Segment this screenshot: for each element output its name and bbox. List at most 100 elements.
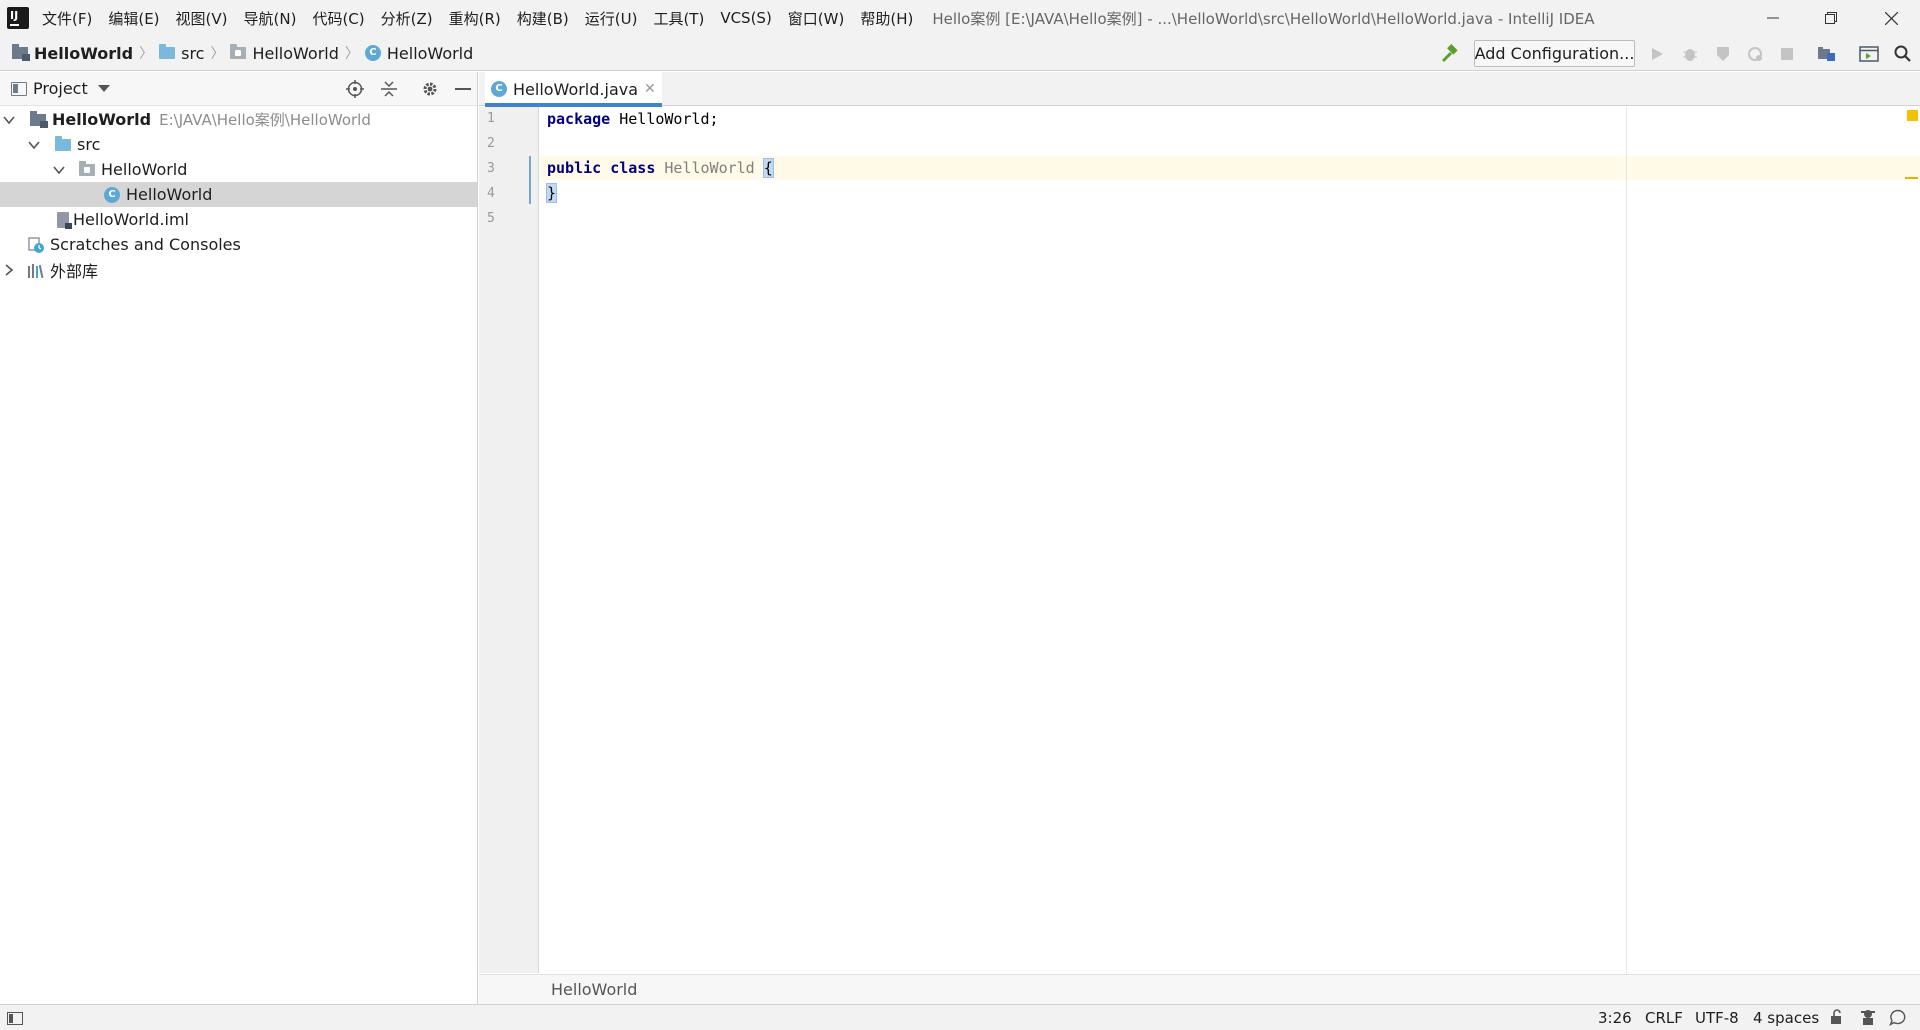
line-number: 1 xyxy=(487,111,495,126)
breadcrumb-class-label: HelloWorld xyxy=(386,43,474,63)
tree-label-class: HelloWorld xyxy=(126,185,213,204)
collapse-all-icon xyxy=(381,81,397,97)
locate-file-button[interactable] xyxy=(344,78,366,100)
line-separator[interactable]: CRLF xyxy=(1645,1009,1683,1027)
tool-window-icon xyxy=(7,1012,23,1025)
editor-tab-helloworld[interactable]: C HelloWorld.java ✕ xyxy=(485,72,662,107)
tree-label-src: src xyxy=(77,135,101,154)
hide-panel-button[interactable] xyxy=(452,78,474,100)
editor-gutter[interactable]: 1 2 3 4 5 xyxy=(479,107,539,973)
indent-setting[interactable]: 4 spaces xyxy=(1753,1009,1819,1027)
add-configuration-button[interactable]: Add Configuration... xyxy=(1474,40,1635,67)
module-file-icon xyxy=(57,211,72,229)
project-panel-header: Project xyxy=(0,72,477,106)
build-button[interactable] xyxy=(1438,43,1460,65)
close-tab-icon[interactable]: ✕ xyxy=(644,81,656,97)
menu-file[interactable]: 文件(F) xyxy=(42,8,92,29)
menu-view[interactable]: 视图(V) xyxy=(176,8,228,29)
breadcrumb-src[interactable]: src 〉 xyxy=(159,43,230,63)
line-number: 5 xyxy=(487,211,495,226)
breadcrumb-project-label: HelloWorld xyxy=(34,43,134,63)
navigation-bar: HelloWorld 〉 src 〉 HelloWorld 〉 C HelloW… xyxy=(0,36,1920,71)
file-encoding[interactable]: UTF-8 xyxy=(1695,1009,1739,1027)
coverage-button[interactable] xyxy=(1712,43,1734,65)
tree-label-external-libraries: 外部库 xyxy=(50,261,99,281)
menu-run[interactable]: 运行(U) xyxy=(585,8,638,29)
file-lock-toggle[interactable] xyxy=(1830,1009,1844,1029)
chevron-down-icon[interactable] xyxy=(3,114,15,126)
tree-item-src[interactable]: src xyxy=(0,132,477,157)
inspection-status-icon[interactable] xyxy=(1907,110,1918,121)
caret-position[interactable]: 3:26 xyxy=(1598,1009,1632,1027)
unlock-icon xyxy=(1831,1009,1841,1024)
close-window-button[interactable] xyxy=(1862,0,1920,36)
breadcrumb-separator-icon: 〉 xyxy=(139,46,154,62)
hammer-icon xyxy=(1441,44,1458,63)
line-number: 3 xyxy=(487,161,495,176)
code-line-1: package HelloWorld; xyxy=(547,107,719,131)
code-text: HelloWorld; xyxy=(610,110,719,128)
breadcrumb-package[interactable]: HelloWorld 〉 xyxy=(230,43,364,63)
terminal-button[interactable] xyxy=(1858,43,1880,65)
notifications-button[interactable] xyxy=(1889,1009,1906,1030)
menu-refactor[interactable]: 重构(R) xyxy=(449,8,501,29)
code-class-name: HelloWorld xyxy=(664,159,755,177)
code-line-3: public class HelloWorld { xyxy=(547,156,774,180)
debug-button[interactable] xyxy=(1679,43,1701,65)
menu-navigate[interactable]: 导航(N) xyxy=(244,8,297,29)
profile-button[interactable] xyxy=(1744,43,1766,65)
editor-breadcrumb-item[interactable]: HelloWorld xyxy=(551,980,637,999)
chevron-down-icon[interactable] xyxy=(97,84,110,93)
code-brace-open: { xyxy=(762,158,774,178)
tree-item-external-libraries[interactable]: 外部库 xyxy=(0,257,477,282)
breadcrumb-class[interactable]: C HelloWorld xyxy=(364,43,474,63)
tree-item-scratches[interactable]: Scratches and Consoles xyxy=(0,232,477,257)
tree-item-project-root[interactable]: HelloWorld E:\JAVA\Hello案例\HelloWorld xyxy=(0,107,477,132)
tree-item-package[interactable]: HelloWorld xyxy=(0,157,477,182)
minimize-icon xyxy=(455,88,471,90)
project-view-icon xyxy=(11,81,27,96)
library-icon xyxy=(28,263,45,278)
stop-button[interactable] xyxy=(1776,43,1798,65)
menu-vcs[interactable]: VCS(S) xyxy=(720,9,771,27)
class-icon: C xyxy=(364,45,381,61)
package-icon xyxy=(230,44,247,59)
editor-tab-label: HelloWorld.java xyxy=(513,79,639,99)
source-folder-icon xyxy=(159,44,176,59)
minimize-icon xyxy=(1767,17,1779,19)
chevron-down-icon[interactable] xyxy=(53,164,65,176)
warning-stripe-marker[interactable] xyxy=(1905,177,1918,179)
project-structure-button[interactable] xyxy=(1816,43,1838,65)
menu-tools[interactable]: 工具(T) xyxy=(653,8,704,29)
menu-edit[interactable]: 编辑(E) xyxy=(108,8,159,29)
line-number: 4 xyxy=(487,186,495,201)
code-line-4: } xyxy=(545,181,558,205)
panel-settings-button[interactable] xyxy=(419,78,441,100)
crosshair-icon xyxy=(346,80,364,98)
editor-breadcrumb-bar: HelloWorld xyxy=(479,974,1920,1004)
minimize-button[interactable] xyxy=(1744,0,1802,36)
chevron-down-icon[interactable] xyxy=(28,139,40,151)
menu-code[interactable]: 代码(C) xyxy=(312,8,364,29)
code-editor[interactable]: package HelloWorld; public class HelloWo… xyxy=(540,107,1920,973)
project-structure-icon xyxy=(1818,47,1835,61)
menu-build[interactable]: 构建(B) xyxy=(517,8,569,29)
menu-window[interactable]: 窗口(W) xyxy=(788,8,845,29)
fold-region-marker[interactable] xyxy=(529,156,531,204)
collapse-all-button[interactable] xyxy=(378,78,400,100)
chevron-right-icon[interactable] xyxy=(3,263,15,276)
tree-item-class[interactable]: C HelloWorld xyxy=(0,182,477,207)
hector-inspector-button[interactable] xyxy=(1860,1008,1876,1030)
window-icon xyxy=(1859,46,1879,62)
menu-help[interactable]: 帮助(H) xyxy=(860,8,913,29)
tree-item-iml[interactable]: HelloWorld.iml xyxy=(0,207,477,232)
tool-windows-toggle[interactable] xyxy=(7,1011,23,1029)
menu-analyze[interactable]: 分析(Z) xyxy=(381,8,433,29)
restore-button[interactable] xyxy=(1802,0,1860,36)
run-button[interactable] xyxy=(1646,43,1668,65)
project-folder-icon xyxy=(12,44,30,61)
breadcrumb-project[interactable]: HelloWorld 〉 xyxy=(12,43,159,63)
search-everywhere-button[interactable] xyxy=(1892,43,1914,65)
project-view-selector[interactable]: Project xyxy=(33,79,88,98)
breadcrumb-package-label: HelloWorld xyxy=(252,43,339,63)
